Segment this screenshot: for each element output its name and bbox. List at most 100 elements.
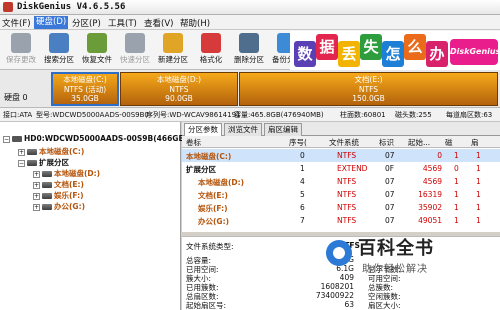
tree-node-partition[interactable]: + 文档(E:) [33,179,84,190]
col-start[interactable]: 起始... [408,137,430,148]
col-index[interactable]: 序号( [289,137,307,148]
toolbar-button-2[interactable]: 恢复文件 [78,32,116,68]
toolbar-button-4[interactable]: 新建分区 [154,32,192,68]
collapse-icon[interactable]: − [18,159,25,167]
table-row[interactable]: 本地磁盘(C:) 0 NTFS 07 0 1 1 [182,149,500,162]
tree-node-partition[interactable]: + 娱乐(F:) [33,190,84,201]
col-fs[interactable]: 文件系统 [329,137,359,148]
disk-info-bar: 接口:ATA 型号:WDCWD5000AADS-00S9B0 序列号:WD-WC… [0,108,500,122]
cell-start: 35902 [418,203,442,212]
cell-name: 扩展分区 [186,165,216,174]
expand-icon[interactable]: + [33,192,40,200]
tab-browse-files[interactable]: 浏览文件 [224,123,262,136]
table-row[interactable]: 扩展分区 1 EXTEND 0F 4569 0 1 [182,162,500,175]
cell-id: 07 [385,216,395,225]
cell-name: 办公(G:) [198,217,230,226]
partition-icon [42,171,52,177]
banner-char: 办 [426,41,448,67]
tree-node-partition[interactable]: + 本地磁盘(C:) [18,146,84,157]
cell-h: 1 [454,177,459,186]
cell-s: 1 [476,203,481,212]
expand-icon[interactable]: + [33,181,40,189]
cell-fs: EXTEND [337,164,368,173]
toolbar-button-label: 保存更改 [6,55,36,64]
menu-partition[interactable]: 分区(P) [72,17,101,29]
tab-sector-edit[interactable]: 扇区编辑 [264,123,302,136]
menu-tools[interactable]: 工具(T) [108,17,137,29]
segment-e[interactable]: 文档(E:) NTFS 150.0GB [239,72,498,106]
table-row[interactable]: 办公(G:) 7 NTFS 07 49051 1 1 [182,214,500,227]
detail-key: 起始扇区号: [186,301,227,310]
tree-node-partition[interactable]: + 本地磁盘(D:) [33,168,100,179]
detail-value: 63 [344,300,354,309]
cell-start: 49051 [418,216,442,225]
toolbar-button-label: 搜索分区 [44,55,74,64]
cell-h: 1 [454,203,459,212]
window-title: DiskGenius V4.6.5.56 [17,2,126,12]
info-serial: 序列号:WD-WCAV98614191 [146,111,241,119]
segment-fs: NTFS (活动) [63,84,107,94]
disk-tree[interactable]: − HD0:WDCWD5000AADS-00S9B(466GB) + 本地磁盘(C:… [0,122,188,310]
segment-d[interactable]: 本地磁盘(D:) NTFS 90.0GB [120,72,238,106]
cell-id: 07 [385,203,395,212]
cell-idx: 6 [300,203,305,212]
tree-node-label: 本地磁盘(D:) [54,169,101,178]
detail-fs-label: 文件系统类型: [186,242,234,251]
detail-value: 1608201 [320,282,354,291]
info-model: 型号:WDCWD5000AADS-00S9B0 [36,111,149,119]
info-heads: 磁头数:255 [395,111,432,119]
menu-disk[interactable]: 硬盘(D) [34,16,69,29]
tree-node-label: 文档(E:) [54,180,84,189]
menu-help[interactable]: 帮助(H) [180,17,210,29]
cell-fs: NTFS [337,151,357,160]
cell-fs: NTFS [337,177,357,186]
toolbar-button-0[interactable]: 保存更改 [2,32,40,68]
cell-start: 4569 [422,164,442,173]
cell-id: 0F [385,164,395,173]
col-head[interactable]: 磁 [445,137,453,148]
menu-file[interactable]: 文件(F) [2,17,31,29]
col-sector[interactable]: 扇 [471,137,479,148]
disk-map: 硬盘 0 本地磁盘(C:) NTFS (活动) 35.0GB 本地磁盘(D:) … [0,70,500,108]
detail-value: 73400922 [315,291,354,300]
table-row[interactable]: 文档(E:) 5 NTFS 07 16319 1 1 [182,188,500,201]
toolbar-button-3[interactable]: 快速分区 [116,32,154,68]
format-icon [201,33,221,53]
cell-idx: 1 [300,164,305,173]
toolbar-button-1[interactable]: 搜索分区 [40,32,78,68]
table-row[interactable]: 本地磁盘(D:) 4 NTFS 07 4569 1 1 [182,175,500,188]
segment-size: 150.0GB [352,94,385,103]
tree-node-partition[interactable]: − 扩展分区 [18,157,69,168]
table-row[interactable]: 娱乐(F:) 6 NTFS 07 35902 1 1 [182,201,500,214]
cell-id: 07 [385,190,395,199]
banner-char: 么 [404,34,426,60]
tree-node-partition[interactable]: + 办公(G:) [33,201,85,212]
toolbar-button-label: 格式化 [199,55,223,64]
toolbar-button-5[interactable]: 格式化 [192,32,230,68]
collapse-icon[interactable]: − [3,135,10,143]
ad-banner[interactable]: 数据丢失怎么办 DiskGenius [290,31,500,70]
menu-view[interactable]: 查看(V) [144,17,173,29]
title-bar: DiskGenius V4.6.5.56 [0,0,500,15]
expand-icon[interactable]: + [33,203,40,211]
tree-node-label: 本地磁盘(C:) [39,147,85,156]
toolbar-button-label: 删除分区 [234,55,264,64]
cell-name: 文档(E:) [198,191,228,200]
segment-c[interactable]: 本地磁盘(C:) NTFS (活动) 35.0GB [51,72,119,106]
tab-partition-params[interactable]: 分区参数 [184,123,222,137]
toolbar-button-6[interactable]: 删除分区 [230,32,268,68]
watermark-title: 百科全书 [358,238,434,259]
search-partition-icon [49,33,69,53]
expand-icon[interactable]: + [33,170,40,178]
col-id[interactable]: 标识 [379,137,394,148]
watermark: 百科全书 助你轻松解决 [318,230,500,282]
tree-node-disk[interactable]: − HD0:WDCWD5000AADS-00S9B(466GB) [3,134,188,145]
col-volume-label[interactable]: 卷标 [186,137,201,148]
cell-s: 1 [476,177,481,186]
banner-char: 丢 [338,41,360,67]
expand-icon[interactable]: + [18,148,25,156]
banner-char: 数 [294,41,316,67]
partition-icon [27,160,37,166]
cell-h: 1 [454,190,459,199]
segment-fs: NTFS [169,84,189,94]
